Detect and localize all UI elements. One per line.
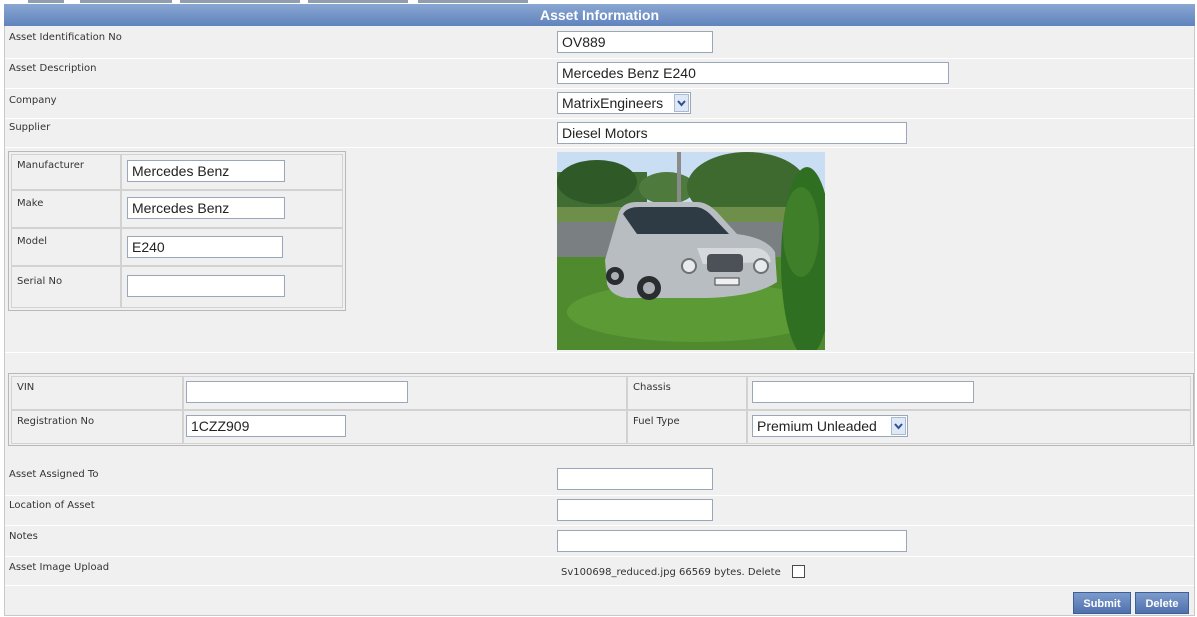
- uploaded-file-info: Sv100698_reduced.jpg 66569 bytes. Delete: [561, 567, 781, 578]
- make-field[interactable]: Mercedes Benz: [127, 197, 285, 219]
- row-divider: [5, 525, 1194, 526]
- asset-description-field[interactable]: Mercedes Benz E240: [557, 62, 949, 84]
- manufacturer-label: Manufacturer: [17, 160, 84, 171]
- row-divider: [5, 58, 1194, 59]
- page-title: Asset Information: [4, 4, 1195, 26]
- tab-fragment: [180, 0, 300, 3]
- vehicle-label-cell: [11, 376, 183, 410]
- chevron-down-icon[interactable]: [674, 94, 689, 112]
- assigned-to-field[interactable]: [557, 468, 713, 490]
- row-divider: [5, 495, 1194, 496]
- chassis-label: Chassis: [633, 382, 671, 393]
- model-label: Model: [17, 236, 48, 247]
- company-select-value: MatrixEngineers: [562, 95, 664, 111]
- details-label-cell: [11, 190, 121, 228]
- details-label-cell: [11, 266, 121, 308]
- company-label: Company: [9, 95, 57, 106]
- manufacturer-field[interactable]: Mercedes Benz: [127, 160, 285, 182]
- asset-form: Asset Identification No OV889 Asset Desc…: [4, 26, 1195, 616]
- serial-field[interactable]: [127, 275, 285, 297]
- registration-label: Registration No: [17, 416, 95, 427]
- notes-field[interactable]: [557, 530, 907, 552]
- make-label: Make: [17, 198, 44, 209]
- location-label: Location of Asset: [9, 500, 95, 511]
- image-upload-label: Asset Image Upload: [9, 562, 110, 573]
- delete-image-checkbox[interactable]: [792, 565, 805, 578]
- tab-fragment: [308, 0, 408, 3]
- vehicle-box: VIN Chassis Registration No 1CZZ909 Fuel…: [8, 373, 1194, 446]
- vin-label: VIN: [17, 382, 35, 393]
- asset-id-field[interactable]: OV889: [557, 31, 713, 53]
- fuel-type-select-value: Premium Unleaded: [757, 418, 877, 434]
- delete-button[interactable]: Delete: [1135, 592, 1189, 614]
- fuel-type-select[interactable]: Premium Unleaded: [752, 415, 908, 437]
- details-box: Manufacturer Mercedes Benz Make Mercedes…: [8, 151, 346, 311]
- tab-fragment: [418, 0, 528, 3]
- row-divider: [5, 585, 1194, 586]
- fuel-type-label: Fuel Type: [633, 416, 680, 427]
- submit-button[interactable]: Submit: [1073, 592, 1131, 614]
- tab-fragment: [28, 0, 64, 3]
- supplier-label: Supplier: [9, 122, 51, 133]
- asset-description-label: Asset Description: [9, 63, 97, 74]
- model-field[interactable]: E240: [127, 236, 283, 258]
- row-divider: [5, 88, 1194, 89]
- assigned-to-label: Asset Assigned To: [9, 469, 99, 480]
- serial-label: Serial No: [17, 276, 63, 287]
- tab-fragment: [80, 0, 172, 3]
- supplier-field[interactable]: Diesel Motors: [557, 122, 907, 144]
- chassis-field[interactable]: [752, 381, 974, 403]
- app-window: Asset Information Asset Identification N…: [0, 0, 1197, 617]
- registration-field[interactable]: 1CZZ909: [186, 415, 346, 437]
- row-divider: [5, 147, 1194, 148]
- asset-car-image: [557, 152, 825, 350]
- row-divider: [5, 556, 1194, 557]
- asset-id-label: Asset Identification No: [9, 32, 122, 43]
- row-divider: [5, 352, 1194, 353]
- chevron-down-icon[interactable]: [891, 417, 906, 435]
- location-field[interactable]: [557, 499, 713, 521]
- notes-label: Notes: [9, 531, 38, 542]
- company-select[interactable]: MatrixEngineers: [557, 92, 691, 114]
- vin-field[interactable]: [186, 381, 408, 403]
- row-divider: [5, 118, 1194, 119]
- details-label-cell: [11, 228, 121, 266]
